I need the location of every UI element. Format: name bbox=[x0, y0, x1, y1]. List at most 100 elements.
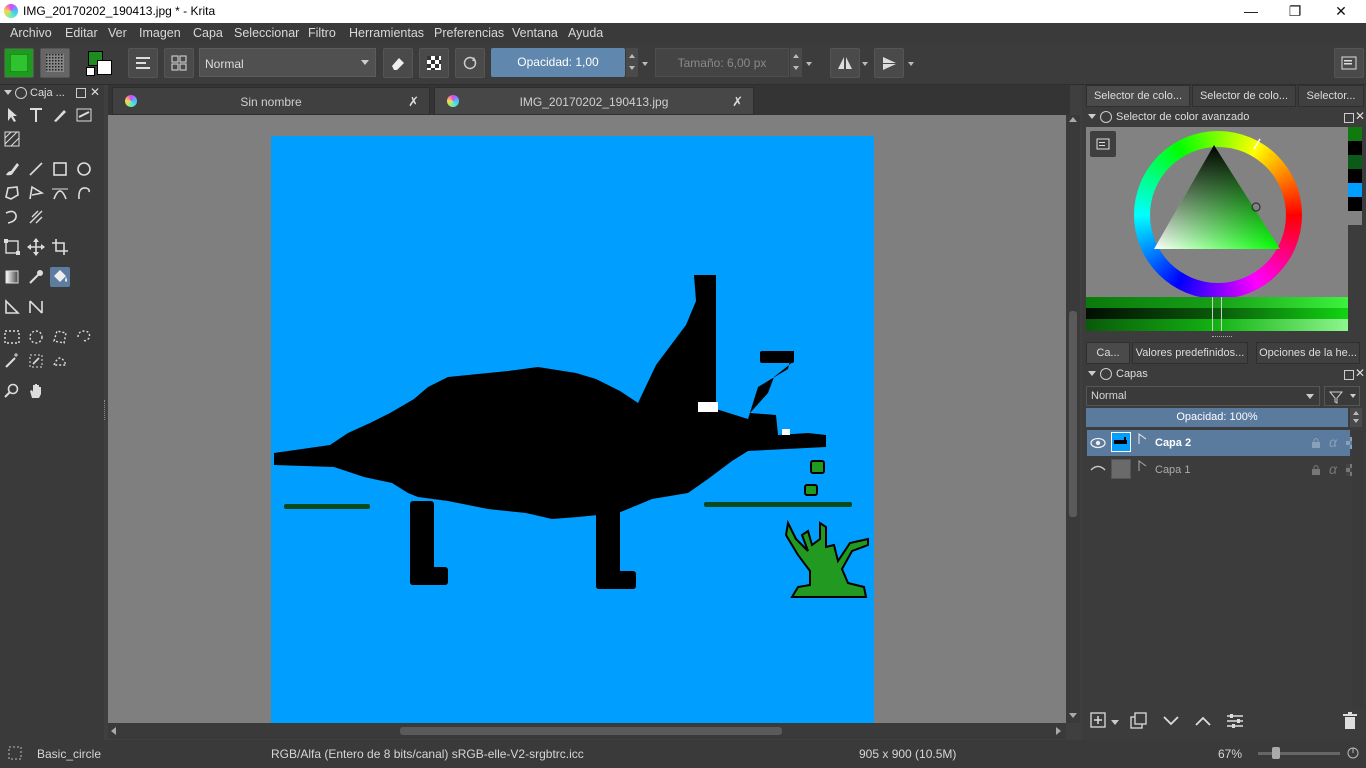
tab-selector-3[interactable]: Selector... bbox=[1298, 85, 1364, 107]
brush-presets-button[interactable] bbox=[164, 48, 194, 78]
similar-select-tool[interactable] bbox=[26, 351, 46, 371]
restore-button[interactable]: ❐ bbox=[1272, 0, 1318, 23]
recent-color-swatch[interactable] bbox=[1348, 169, 1362, 183]
background-color[interactable] bbox=[97, 60, 112, 75]
zoom-slider-handle[interactable] bbox=[1272, 747, 1280, 759]
tab-valores-predefinidos[interactable]: Valores predefinidos... bbox=[1132, 342, 1248, 364]
toolbox-collapse-icon[interactable] bbox=[4, 90, 12, 95]
polygon-select-tool[interactable] bbox=[50, 327, 70, 347]
edit-shapes-tool[interactable] bbox=[50, 105, 70, 125]
menu-filtro[interactable]: Filtro bbox=[308, 26, 336, 40]
layers-lock-icon[interactable] bbox=[1100, 368, 1112, 380]
layer-blend-select[interactable]: Normal bbox=[1086, 386, 1320, 406]
scroll-left-icon[interactable] bbox=[111, 727, 116, 735]
close-window-button[interactable]: ✕ bbox=[1318, 0, 1364, 23]
toolbox-close-icon[interactable]: ✕ bbox=[90, 85, 100, 99]
docker-close-icon[interactable]: ✕ bbox=[1355, 109, 1365, 123]
lock-icon[interactable] bbox=[1311, 437, 1321, 449]
bezier-tool[interactable] bbox=[50, 183, 70, 203]
size-spinner[interactable] bbox=[790, 48, 802, 77]
opacity-spinner[interactable] bbox=[626, 48, 638, 77]
docker-toggle-button[interactable] bbox=[1334, 48, 1364, 78]
menu-ventana[interactable]: Ventana bbox=[512, 26, 558, 40]
menu-ayuda[interactable]: Ayuda bbox=[568, 26, 603, 40]
recent-color-swatch[interactable] bbox=[1348, 197, 1362, 211]
add-layer-button[interactable] bbox=[1090, 712, 1106, 730]
mirror-vertical-button[interactable] bbox=[874, 48, 904, 78]
toolbox-splitter[interactable] bbox=[104, 400, 107, 420]
recent-color-swatch[interactable] bbox=[1348, 127, 1362, 141]
move-layer-down-button[interactable] bbox=[1162, 714, 1180, 731]
visibility-hidden-icon[interactable] bbox=[1090, 462, 1106, 478]
docker-float-icon[interactable] bbox=[1344, 113, 1354, 123]
layer-opacity-slider[interactable]: Opacidad: 100% bbox=[1086, 408, 1348, 427]
toolbox-lock-icon[interactable] bbox=[15, 87, 27, 99]
line-tool[interactable] bbox=[26, 159, 46, 179]
bezier-select-tool[interactable] bbox=[50, 351, 70, 371]
recent-color-swatch[interactable] bbox=[1348, 141, 1362, 155]
size-slider[interactable]: Tamaño: 6,00 px bbox=[655, 48, 789, 77]
shade-selector[interactable] bbox=[1086, 297, 1348, 333]
ellipse-select-tool[interactable] bbox=[26, 327, 46, 347]
duplicate-layer-button[interactable] bbox=[1130, 712, 1148, 733]
toolbox-float-icon[interactable] bbox=[76, 88, 86, 98]
canvas-drawing[interactable] bbox=[108, 115, 1066, 723]
measure-tool[interactable] bbox=[2, 297, 22, 317]
size-chevron-down-icon[interactable] bbox=[806, 62, 812, 66]
recent-color-swatch[interactable] bbox=[1348, 155, 1362, 169]
layers-float-icon[interactable] bbox=[1344, 370, 1354, 380]
gradient-preset-button[interactable] bbox=[4, 48, 34, 78]
freehand-brush-tool[interactable] bbox=[2, 159, 22, 179]
docker-lock-icon[interactable] bbox=[1100, 111, 1112, 123]
minimize-button[interactable]: — bbox=[1228, 0, 1274, 23]
opacity-slider[interactable]: Opacidad: 1,00 bbox=[491, 48, 625, 77]
layer-name[interactable]: Capa 2 bbox=[1155, 437, 1191, 449]
menu-ver[interactable]: Ver bbox=[108, 26, 127, 40]
color-selector-area[interactable] bbox=[1086, 127, 1348, 299]
pan-tool[interactable] bbox=[26, 381, 46, 401]
layer-row-capa-2[interactable]: Capa 2 α bbox=[1087, 430, 1358, 456]
polygon-tool[interactable] bbox=[2, 183, 22, 203]
tab-color-selector-2[interactable]: Selector de colo... bbox=[1192, 85, 1296, 107]
layer-opacity-spinner[interactable] bbox=[1350, 408, 1362, 427]
zoom-slider[interactable] bbox=[1258, 747, 1340, 759]
menu-seleccionar[interactable]: Seleccionar bbox=[234, 26, 299, 40]
preserve-alpha-button[interactable] bbox=[419, 48, 449, 78]
color-triangle[interactable] bbox=[1134, 131, 1302, 299]
canvas-area[interactable] bbox=[108, 115, 1066, 723]
close-tab-icon[interactable]: ✗ bbox=[732, 94, 743, 110]
menu-capa[interactable]: Capa bbox=[193, 26, 223, 40]
mirror-h-chevron-down-icon[interactable] bbox=[862, 62, 868, 66]
brush-settings-button[interactable] bbox=[128, 48, 158, 78]
zoom-tool[interactable] bbox=[2, 381, 22, 401]
tab-color-selector-1[interactable]: Selector de colo... bbox=[1086, 85, 1190, 107]
layers-scrollbar[interactable] bbox=[1352, 430, 1364, 708]
layer-row-capa-1[interactable]: Capa 1 α bbox=[1087, 457, 1358, 483]
multibrush-tool[interactable] bbox=[26, 207, 46, 227]
tab-img-20170202[interactable]: IMG_20170202_190413.jpg ✗ bbox=[434, 87, 754, 115]
recent-color-swatch[interactable] bbox=[1348, 211, 1362, 225]
docker-splitter[interactable] bbox=[1212, 336, 1232, 337]
delete-layer-button[interactable] bbox=[1342, 712, 1358, 733]
scroll-up-icon[interactable] bbox=[1069, 117, 1077, 122]
add-layer-chevron-down-icon[interactable] bbox=[1111, 720, 1119, 725]
recent-color-swatch[interactable] bbox=[1348, 183, 1362, 197]
freehand-path-tool[interactable] bbox=[74, 183, 94, 203]
lock-icon[interactable] bbox=[1311, 464, 1321, 476]
color-picker-tool[interactable] bbox=[26, 267, 46, 287]
dynamic-brush-tool[interactable] bbox=[2, 207, 22, 227]
calligraphy-tool[interactable] bbox=[74, 105, 94, 125]
text-tool[interactable] bbox=[26, 105, 46, 125]
pattern-edit-tool[interactable] bbox=[2, 129, 22, 149]
tab-opciones-herramienta[interactable]: Opciones de la he... bbox=[1256, 342, 1360, 364]
menu-preferencias[interactable]: Preferencias bbox=[434, 26, 504, 40]
brush-preview-icon[interactable] bbox=[8, 746, 22, 760]
horizontal-scroll-thumb[interactable] bbox=[400, 727, 782, 735]
move-layer-up-button[interactable] bbox=[1194, 714, 1212, 731]
color-swatches[interactable] bbox=[86, 49, 114, 77]
pattern-preset-button[interactable] bbox=[40, 48, 70, 78]
layer-filter-button[interactable] bbox=[1324, 386, 1360, 406]
rotate-canvas-icon[interactable] bbox=[1346, 746, 1360, 760]
freehand-select-tool[interactable] bbox=[74, 327, 94, 347]
menu-imagen[interactable]: Imagen bbox=[139, 26, 181, 40]
